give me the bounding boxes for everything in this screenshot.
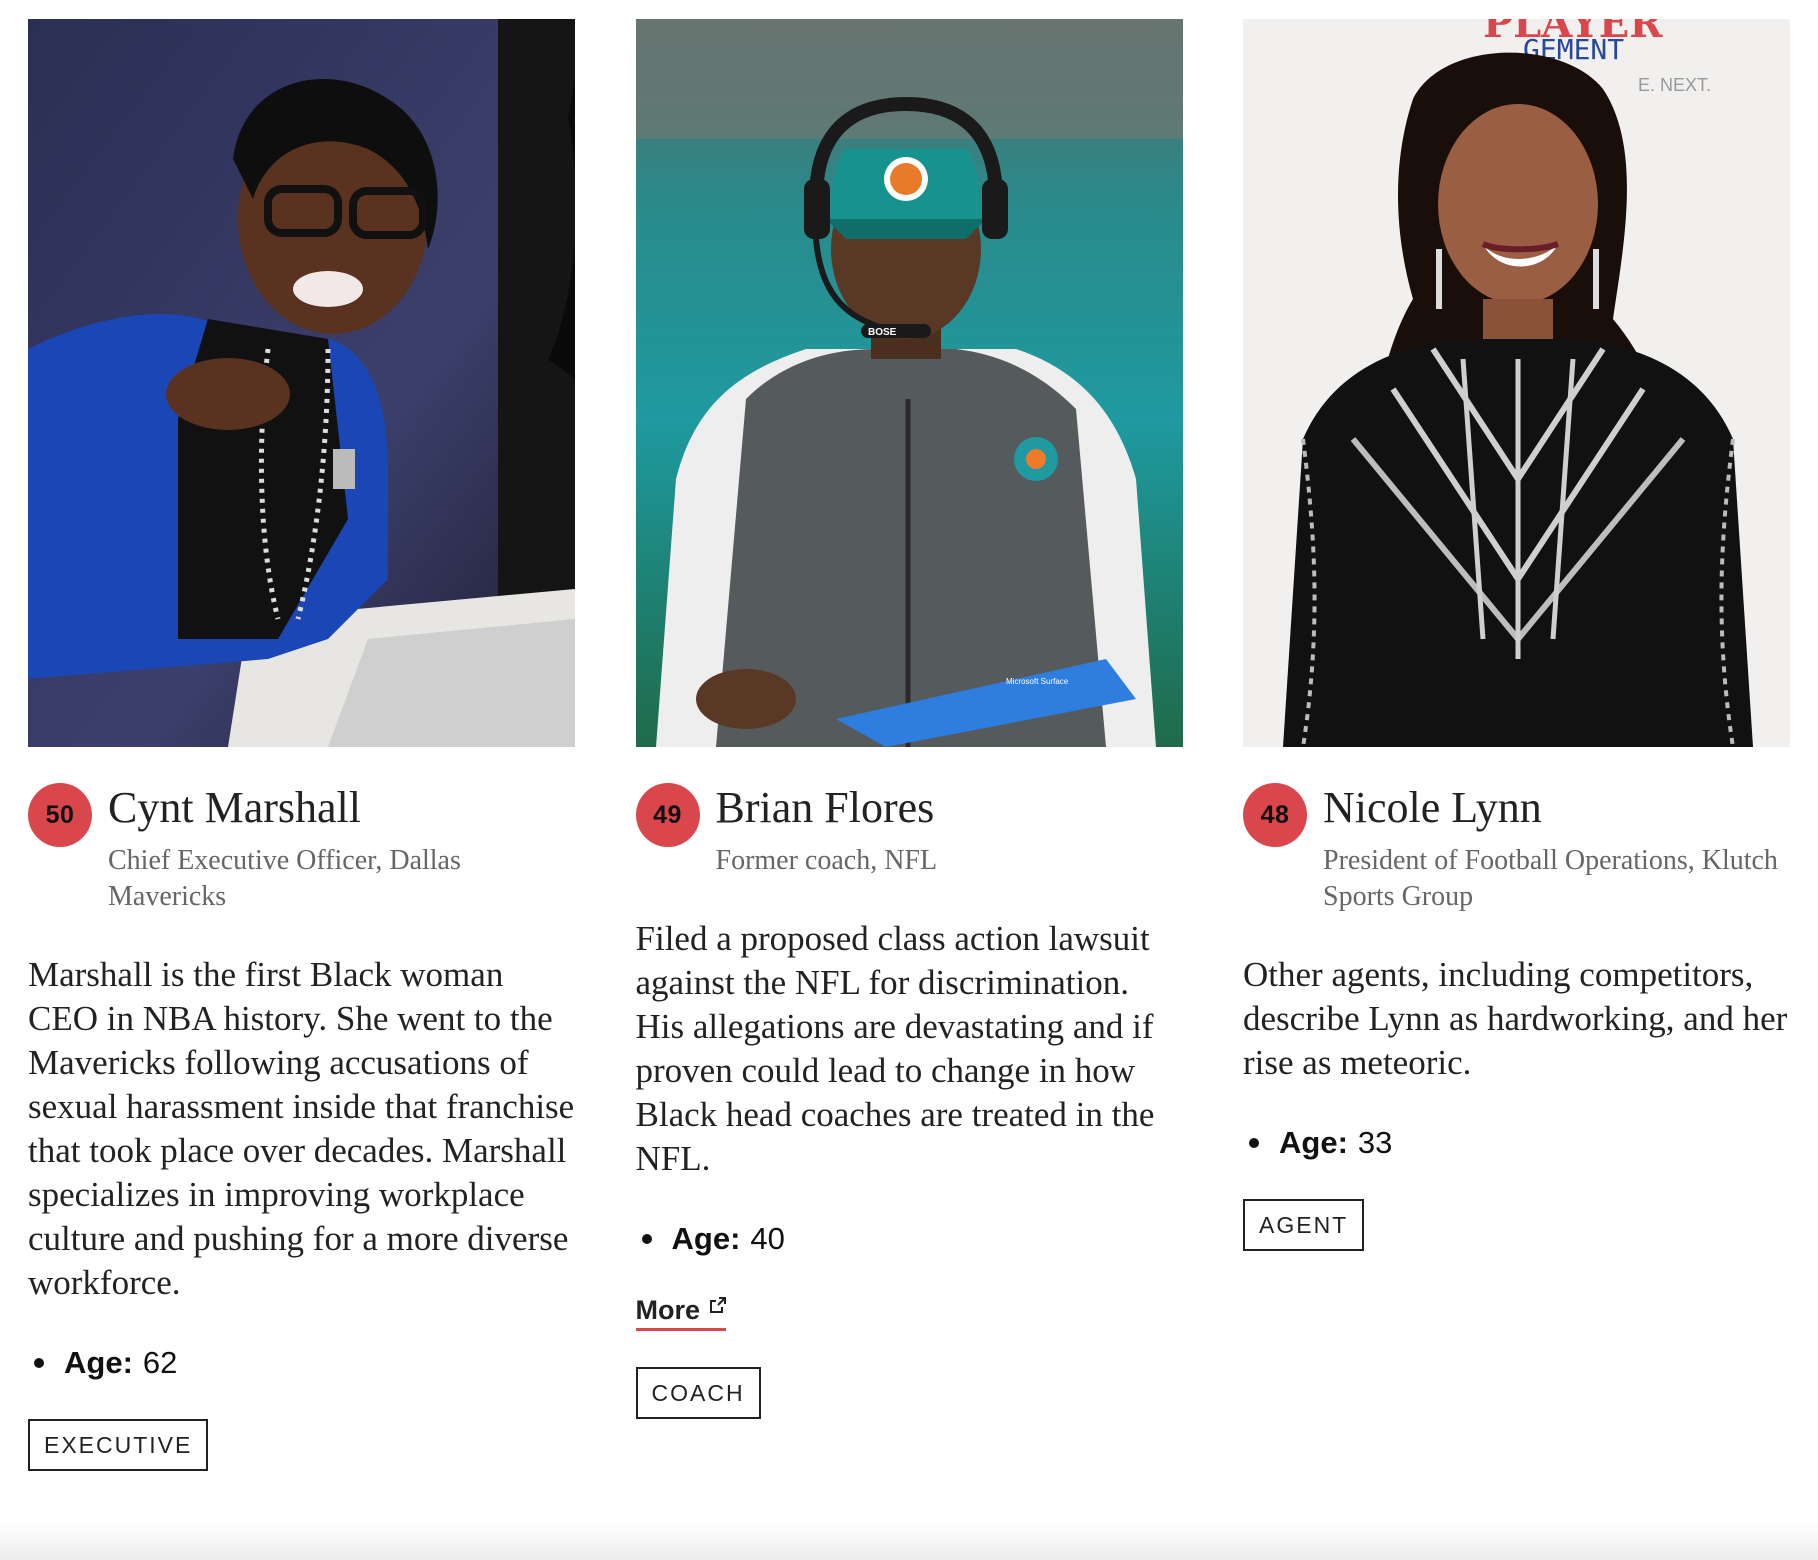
age-label: Age:: [671, 1221, 741, 1256]
profile-description: Marshall is the first Black woman CEO in…: [28, 955, 575, 1302]
profile-card: 50 Cynt Marshall Chief Executive Officer…: [28, 19, 575, 1471]
profile-description: Other agents, including competitors, des…: [1243, 955, 1788, 1082]
profile-name[interactable]: Brian Flores: [716, 783, 1183, 833]
profiles-grid: 50 Cynt Marshall Chief Executive Officer…: [28, 19, 1790, 1471]
rank-badge: 50: [28, 783, 92, 847]
age-value: 33: [1357, 1125, 1393, 1160]
more-link[interactable]: More: [635, 1295, 727, 1331]
rank-badge: 49: [635, 783, 700, 847]
profile-photo[interactable]: [28, 19, 575, 747]
rank-badge: 48: [1243, 783, 1307, 847]
bullet-icon: [1249, 1138, 1259, 1148]
profile-header: 49 Brian Flores Former coach, NFL: [635, 783, 1183, 879]
profile-photo[interactable]: PLAYER GEMENT E. NEXT.: [1243, 19, 1790, 747]
age-item: Age: 33: [1243, 1123, 1790, 1163]
profile-name[interactable]: Cynt Marshall: [108, 783, 575, 833]
profile-description: Filed a proposed class action lawsuit ag…: [635, 919, 1155, 1178]
profile-card: BOSE Microsoft Surface 49 Brian Flores F…: [635, 19, 1183, 1471]
photo-cynt-marshall: [28, 19, 575, 747]
age-item: Age: 62: [28, 1343, 575, 1383]
bullet-icon: [641, 1234, 652, 1244]
photo-brian-flores: BOSE Microsoft Surface: [635, 19, 1183, 747]
profile-name[interactable]: Nicole Lynn: [1323, 783, 1790, 833]
bullet-icon: [34, 1358, 44, 1368]
age-label: Age:: [1279, 1125, 1348, 1160]
profile-photo[interactable]: BOSE Microsoft Surface: [635, 19, 1183, 747]
profile-role: Chief Executive Officer, Dallas Maverick…: [108, 845, 461, 912]
age-label: Age:: [64, 1345, 133, 1380]
backdrop-text-bottom: E. NEXT.: [1638, 75, 1711, 95]
bottom-fade: [0, 1520, 1818, 1560]
profile-header: 48 Nicole Lynn President of Football Ope…: [1243, 783, 1790, 915]
profile-header: 50 Cynt Marshall Chief Executive Officer…: [28, 783, 575, 915]
headset-logo-text: BOSE: [868, 327, 897, 338]
category-tag[interactable]: COACH: [635, 1367, 761, 1419]
age-value: 40: [750, 1221, 785, 1256]
profile-card: PLAYER GEMENT E. NEXT. 48 Nicole Lynn Pr…: [1243, 19, 1790, 1471]
tablet-logo-text: Microsoft Surface: [1006, 677, 1069, 686]
category-tag[interactable]: EXECUTIVE: [28, 1419, 209, 1471]
profile-role: Former coach, NFL: [715, 845, 938, 876]
age-value: 62: [142, 1345, 178, 1380]
category-tag[interactable]: AGENT: [1243, 1199, 1365, 1251]
more-label: More: [635, 1295, 701, 1325]
photo-nicole-lynn: PLAYER GEMENT E. NEXT.: [1243, 19, 1790, 747]
profile-role: President of Football Operations, Klutch…: [1323, 845, 1778, 912]
external-link-icon: [710, 1296, 727, 1313]
age-item: Age: 40: [636, 1219, 1183, 1259]
